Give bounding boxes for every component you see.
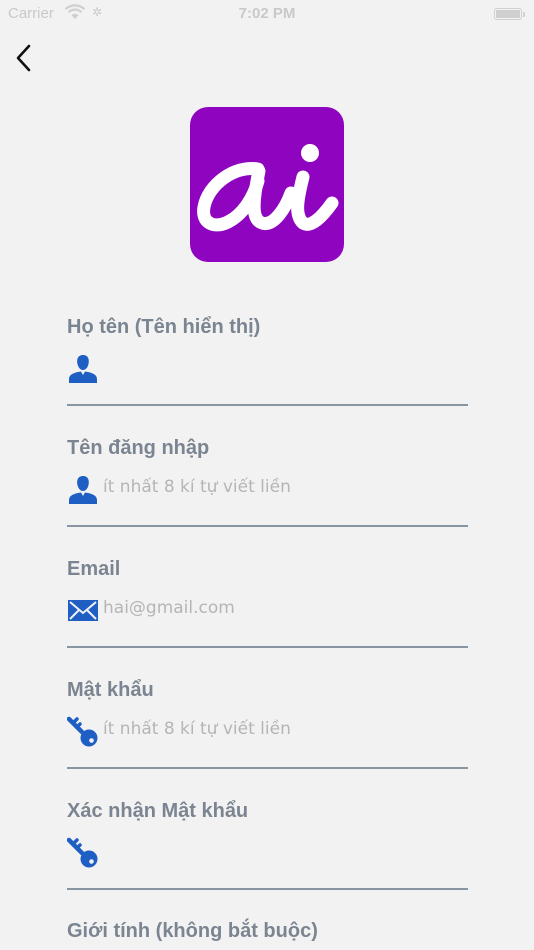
- confirm-password-underline: [67, 888, 468, 890]
- confirm-password-label: Xác nhận Mật khẩu: [67, 800, 249, 822]
- confirm-password-input[interactable]: [103, 834, 463, 866]
- ai-logo-mark: [197, 144, 339, 232]
- confirm-password-field: Xác nhận Mật khẩu: [67, 800, 468, 900]
- username-underline: [67, 525, 468, 527]
- gender-field: Giới tính (không bắt buộc): [67, 920, 468, 950]
- person-icon: [69, 355, 97, 383]
- status-time: 7:02 PM: [238, 5, 296, 22]
- username-input[interactable]: [103, 471, 463, 503]
- app-logo: [190, 107, 344, 262]
- display-name-input[interactable]: [103, 350, 463, 382]
- chevron-left-icon: [16, 44, 31, 72]
- email-field: Email: [67, 558, 468, 658]
- display-name-label: Họ tên (Tên hiển thị): [67, 316, 261, 338]
- username-label: Tên đăng nhập: [67, 437, 210, 459]
- back-button[interactable]: [6, 40, 40, 76]
- key-icon: [67, 716, 98, 747]
- display-name-field: Họ tên (Tên hiển thị): [67, 316, 468, 416]
- email-label: Email: [67, 558, 121, 580]
- password-input[interactable]: [103, 713, 463, 745]
- email-underline: [67, 646, 468, 648]
- status-bar: Carrier ✲ 7:02 PM: [0, 0, 534, 28]
- key-icon: [67, 837, 98, 868]
- gender-label: Giới tính (không bắt buộc): [67, 920, 318, 942]
- envelope-icon: [68, 600, 98, 621]
- password-label: Mật khẩu: [67, 679, 154, 701]
- password-underline: [67, 767, 468, 769]
- username-field: Tên đăng nhập: [67, 437, 468, 537]
- password-field: Mật khẩu: [67, 679, 468, 779]
- person-icon: [69, 476, 97, 504]
- email-input[interactable]: [103, 592, 463, 624]
- display-name-underline: [67, 404, 468, 406]
- battery-icon: [494, 8, 525, 20]
